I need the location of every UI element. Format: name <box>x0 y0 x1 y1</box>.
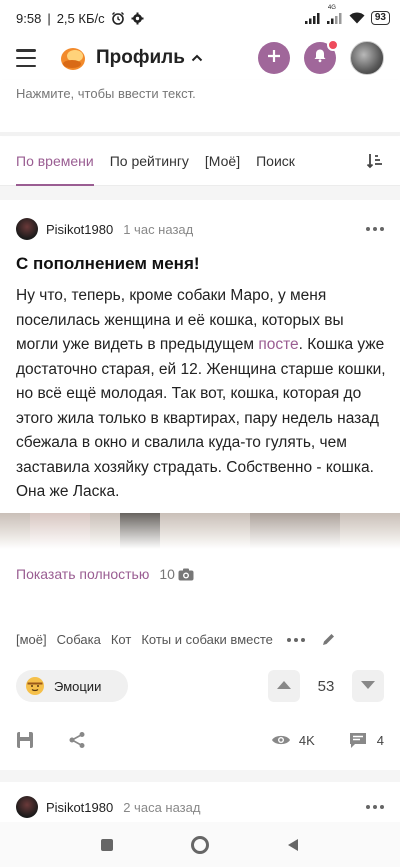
tag-item[interactable]: Собака <box>57 632 101 647</box>
signal-icon <box>304 12 321 24</box>
battery-indicator: 93 <box>370 11 390 25</box>
note-input-hint[interactable]: Нажмите, чтобы ввести текст. <box>0 80 400 132</box>
notifications-button[interactable] <box>304 39 339 74</box>
emoji-face-icon <box>26 677 44 695</box>
arrow-up-icon <box>276 677 292 695</box>
show-full-label: Показать полностью <box>16 566 150 582</box>
page-title[interactable]: Профиль <box>96 47 185 69</box>
emotions-button[interactable]: Эмоции <box>16 670 128 702</box>
status-time: 9:58 <box>16 10 42 26</box>
signal-4g-icon: 4G <box>326 5 343 24</box>
back-icon[interactable] <box>287 838 299 852</box>
divider <box>0 186 400 200</box>
rating-score: 53 <box>317 677 335 695</box>
settings-icon <box>131 12 144 25</box>
downvote-button[interactable] <box>352 670 384 702</box>
system-nav-bar <box>0 822 400 867</box>
home-icon[interactable] <box>191 835 209 854</box>
share-icon[interactable] <box>68 731 86 749</box>
author-avatar[interactable] <box>16 218 38 240</box>
upvote-button[interactable] <box>268 670 300 702</box>
arrow-down-icon <box>360 677 376 695</box>
tab-label: По времени <box>16 152 94 169</box>
tab-mine[interactable]: [Моё] <box>205 136 240 186</box>
divider <box>0 770 400 782</box>
wifi-icon <box>349 12 365 24</box>
post-time: 2 часа назад <box>123 799 201 815</box>
tag-list: [моё] Собака Кот Коты и собаки вместе <box>16 632 384 647</box>
image-count: 10 <box>159 566 175 582</box>
tag-item[interactable]: Кот <box>111 632 131 647</box>
save-icon[interactable] <box>16 731 34 749</box>
notification-badge <box>327 39 339 51</box>
comment-icon <box>349 731 367 749</box>
post-image-preview[interactable] <box>0 513 400 549</box>
tag-item[interactable]: Коты и собаки вместе <box>141 632 273 647</box>
recent-apps-icon[interactable] <box>101 838 113 851</box>
tab-label: По рейтингу <box>109 152 189 169</box>
show-full-button[interactable]: Показать полностью 10 <box>16 566 194 582</box>
eye-icon <box>271 733 291 747</box>
tab-by-rating[interactable]: По рейтингу <box>110 136 189 186</box>
chevron-up-icon[interactable] <box>191 54 203 62</box>
sort-icon[interactable] <box>366 152 384 170</box>
more-tags-icon[interactable] <box>286 637 305 642</box>
status-separator: | <box>47 10 51 26</box>
author-name[interactable]: Pisikot1980 <box>46 800 113 815</box>
emotions-label: Эмоции <box>54 678 102 694</box>
comments-count: 4 <box>376 732 384 748</box>
edit-pencil-icon[interactable] <box>321 632 336 647</box>
plus-icon <box>267 49 281 68</box>
more-options-icon[interactable] <box>366 227 384 231</box>
add-post-button[interactable] <box>258 42 290 74</box>
post-title[interactable]: С пополнением меня! <box>16 254 384 274</box>
views-count: 4K <box>298 732 315 748</box>
status-bar: 9:58 | 2,5 КБ/с 4G 93 <box>0 0 400 36</box>
hint-text: Нажмите, чтобы ввести текст. <box>16 86 196 101</box>
tab-label: Поиск <box>256 152 295 169</box>
post-card: Pisikot1980 1 час назад С пополнением ме… <box>0 200 400 770</box>
network-type: 4G <box>327 5 336 11</box>
next-post-header: Pisikot1980 2 часа назад <box>16 796 384 818</box>
post-header: Pisikot1980 1 час назад <box>16 218 384 240</box>
author-avatar[interactable] <box>16 796 38 818</box>
app-header: Профиль <box>0 36 400 80</box>
status-speed: 2,5 КБ/с <box>56 10 105 26</box>
post-link[interactable]: посте <box>258 336 298 353</box>
tab-search[interactable]: Поиск <box>256 136 295 186</box>
sort-tabs: По времени По рейтингу [Моё] Поиск <box>0 136 400 186</box>
post-time: 1 час назад <box>123 221 194 237</box>
post-body-text-rest: . Кошка уже достаточно старая, ей 12. Же… <box>16 336 386 500</box>
tag-item[interactable]: [моё] <box>16 632 47 647</box>
post-body: Ну что, теперь, кроме собаки Маро, у мен… <box>16 284 388 505</box>
more-options-icon[interactable] <box>366 805 384 809</box>
post-actions: 4K 4 <box>16 728 384 752</box>
author-name[interactable]: Pisikot1980 <box>46 222 113 237</box>
comments-button[interactable]: 4 <box>349 731 384 749</box>
menu-icon[interactable] <box>16 49 36 67</box>
rating-controls: 53 <box>268 670 384 702</box>
avatar[interactable] <box>350 41 384 75</box>
tab-label: [Моё] <box>204 152 241 169</box>
app-logo-icon <box>58 43 88 73</box>
bell-icon <box>313 48 327 68</box>
alarm-icon <box>111 11 125 25</box>
tab-by-time[interactable]: По времени <box>16 136 94 186</box>
camera-icon <box>178 568 194 581</box>
views-stat: 4K <box>271 733 315 748</box>
